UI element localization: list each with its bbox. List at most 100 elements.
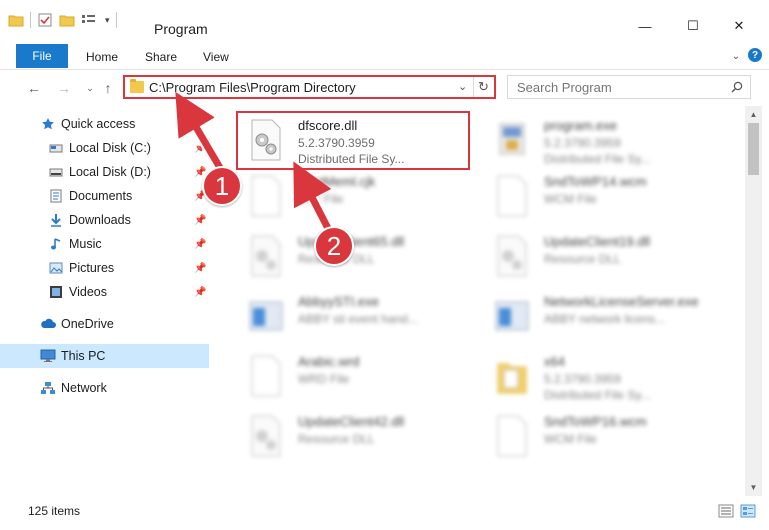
pin-icon: 📌 (194, 286, 207, 298)
file-item-postmeml[interactable]: PostMeml.cjk CJK File (238, 168, 478, 224)
maximize-button[interactable]: ☐ (670, 12, 716, 40)
sidebar-item-label: Downloads (69, 213, 131, 227)
blank-file-icon (251, 355, 281, 397)
file-type: WRD File (298, 372, 350, 386)
file-item-arabic[interactable]: Arabic.wrd WRD File (238, 348, 478, 404)
pin-icon: 📌 (194, 262, 207, 274)
file-type: Resource DLL (544, 252, 621, 266)
sidebar-item-documents[interactable]: Documents 📌 (0, 184, 209, 208)
file-item-abbyysti[interactable]: AbbyySTI.exe ABBY sti event hand... (238, 288, 478, 344)
dll-gear-icon (251, 235, 281, 277)
step-1-badge: 1 (202, 166, 242, 206)
drive-icon (48, 140, 64, 156)
file-name: x64 (544, 354, 565, 369)
sidebar-item-pictures[interactable]: Pictures 📌 (0, 256, 209, 280)
sidebar-item-downloads[interactable]: Downloads 📌 (0, 208, 209, 232)
address-bar[interactable]: C:\Program Files\Program Directory ⌄ ↻ (123, 75, 496, 99)
search-input[interactable]: Search Program (507, 75, 751, 99)
close-button[interactable]: ✕ (716, 12, 762, 40)
sidebar-item-network[interactable]: Network (0, 376, 209, 400)
sidebar-item-label: Local Disk (C:) (69, 141, 151, 155)
file-item-sndtowp14[interactable]: SndToWP14.wcm WCM File (484, 168, 724, 224)
tiles-view-icon[interactable] (740, 504, 756, 518)
sidebar-item-quick-access[interactable]: Quick access (0, 112, 209, 136)
expand-ribbon-icon[interactable]: ⌄ (728, 48, 744, 64)
tab-view[interactable]: View (203, 50, 229, 64)
quick-access-toolbar: ▾ (8, 10, 117, 30)
customize-toolbar-icon[interactable] (81, 12, 99, 28)
file-name: UpdateClient19.dll (544, 234, 651, 249)
sidebar-item-onedrive[interactable]: OneDrive (0, 312, 209, 336)
new-folder-icon[interactable] (59, 12, 75, 28)
download-icon (48, 212, 64, 228)
file-description: Distributed File Sy... (544, 388, 651, 402)
sidebar-item-videos[interactable]: Videos 📌 (0, 280, 209, 304)
file-item-program[interactable]: program.exe 5.2.3790.3959 Distributed Fi… (484, 112, 724, 168)
file-name: NetworkLicenseServer.exe (544, 294, 699, 309)
tab-file[interactable]: File (16, 44, 68, 68)
documents-icon (48, 188, 64, 204)
file-item-sndtowp16[interactable]: SndToWP16.wcm WCM File (484, 408, 724, 464)
toolbar-dropdown-icon[interactable]: ▾ (105, 15, 110, 26)
help-icon[interactable]: ? (748, 48, 762, 62)
tab-home[interactable]: Home (86, 50, 118, 64)
properties-icon[interactable] (37, 12, 53, 28)
file-highlight-box (236, 111, 470, 170)
app-window-icon (249, 301, 283, 331)
sidebar-item-label: Pictures (69, 261, 115, 275)
file-item-x64[interactable]: x64 5.2.3790.3959 Distributed File Sy... (484, 348, 724, 404)
address-path[interactable]: C:\Program Files\Program Directory (149, 80, 356, 95)
file-name: SndToWP16.wcm (544, 414, 647, 429)
blank-file-icon (497, 175, 527, 217)
file-name: SndToWP14.wcm (544, 174, 647, 189)
videos-icon (48, 284, 64, 300)
address-dropdown-icon[interactable]: ⌄ (458, 80, 467, 93)
file-item-networklicenseserver[interactable]: NetworkLicenseServer.exe ABBY network li… (484, 288, 724, 344)
navigation-bar: ← → ⌄ ↑ C:\Program Files\Program Directo… (0, 70, 769, 106)
scroll-down-icon[interactable]: ▼ (745, 479, 762, 496)
folder-icon (130, 79, 144, 93)
folder-doc-icon (497, 363, 527, 394)
back-icon[interactable]: ← (24, 78, 44, 98)
sidebar-item-music[interactable]: Music 📌 (0, 232, 209, 256)
search-icon[interactable] (731, 81, 743, 93)
network-icon (40, 380, 56, 396)
file-version: 5.2.3790.3959 (544, 372, 621, 386)
app-window-icon (495, 301, 529, 331)
sidebar-item-local-disk-c[interactable]: Local Disk (C:) 📌 (0, 136, 209, 160)
sidebar-item-this-pc[interactable]: This PC (0, 344, 209, 368)
details-view-icon[interactable] (718, 504, 734, 518)
sidebar-item-label: Videos (69, 285, 107, 299)
file-type: WCM File (544, 192, 597, 206)
file-description: Distributed File Sy... (544, 152, 651, 166)
pin-icon: 📌 (194, 142, 207, 154)
scroll-up-icon[interactable]: ▲ (745, 106, 762, 123)
forward-icon[interactable]: → (54, 78, 74, 98)
file-type: WCM File (544, 432, 597, 446)
file-item-updateclient42[interactable]: UpdateClient42.dll Resource DLL (238, 408, 478, 464)
music-icon (48, 236, 64, 252)
navigation-pane: Quick access Local Disk (C:) 📌 Local Dis… (0, 106, 212, 496)
scrollbar-thumb[interactable] (748, 123, 759, 175)
sidebar-item-local-disk-d[interactable]: Local Disk (D:) 📌 (0, 160, 209, 184)
step-2-badge: 2 (314, 226, 354, 266)
tab-share[interactable]: Share (145, 50, 177, 64)
search-placeholder: Search Program (517, 80, 612, 95)
minimize-button[interactable]: — (622, 12, 668, 40)
refresh-button[interactable]: ↻ (473, 77, 493, 97)
blank-file-icon (251, 175, 281, 217)
file-type: Resource DLL (298, 432, 375, 446)
file-name: program.exe (544, 118, 617, 133)
pin-icon: 📌 (194, 238, 207, 250)
sidebar-item-label: Music (69, 237, 102, 251)
file-version: 5.2.3790.3959 (544, 136, 621, 150)
file-item-updateclient19[interactable]: UpdateClient19.dll Resource DLL (484, 228, 724, 284)
drive-icon (48, 164, 64, 180)
file-item-updateclient65[interactable]: UpdateClient65.dll Resource DLL (238, 228, 478, 284)
recent-locations-icon[interactable]: ⌄ (80, 78, 100, 98)
sidebar-item-label: Local Disk (D:) (69, 165, 151, 179)
sidebar-item-label: Documents (69, 189, 133, 203)
vertical-scrollbar[interactable]: ▲ ▼ (745, 106, 762, 496)
up-icon[interactable]: ↑ (98, 78, 118, 98)
dll-gear-icon (497, 235, 527, 277)
